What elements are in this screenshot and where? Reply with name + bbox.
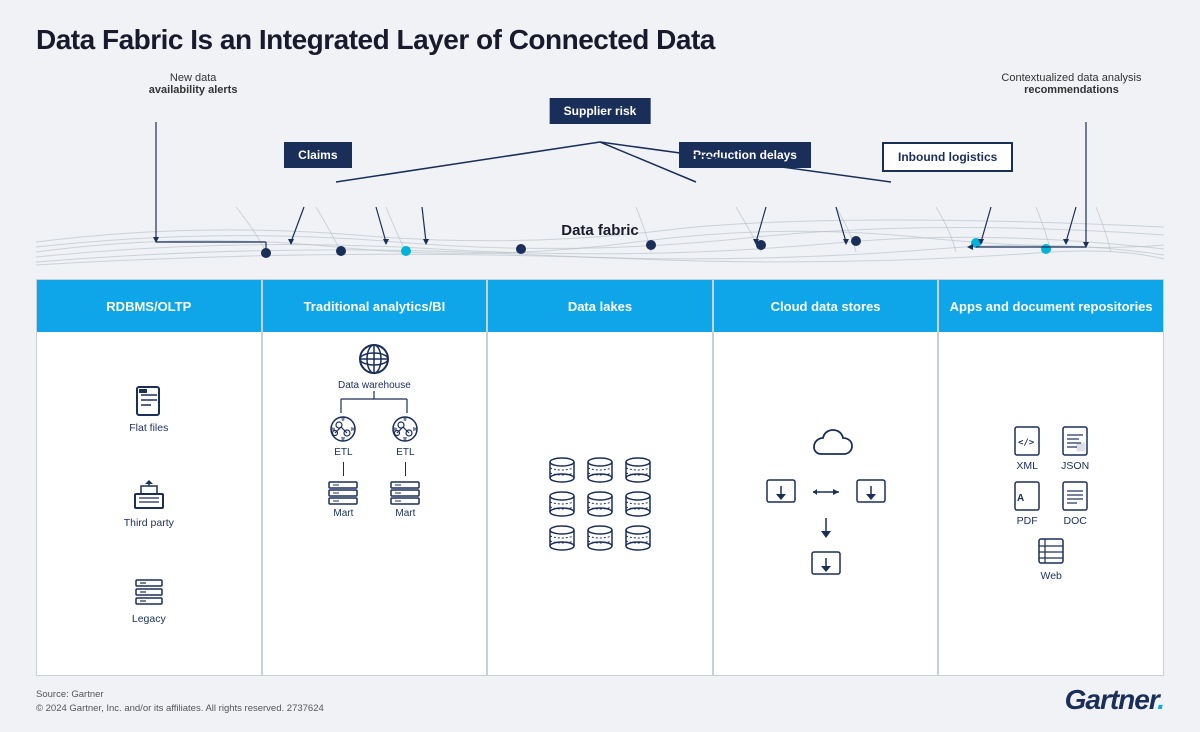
- mart-section: Mart Mart: [327, 462, 421, 519]
- mart-item-2: Mart: [389, 462, 421, 519]
- category-body-datalakes: [488, 332, 712, 675]
- category-header-cloud: Cloud data stores: [714, 280, 938, 332]
- claims-box: Claims: [284, 142, 351, 168]
- cloud-arrows-row: [763, 474, 889, 510]
- category-cloud: Cloud data stores: [713, 279, 939, 676]
- svg-text:</>: </>: [1018, 438, 1035, 448]
- pdf-icon: A: [1011, 480, 1043, 512]
- cylinder-8: [584, 524, 616, 552]
- cylinder-1: [546, 456, 578, 484]
- category-header-datalakes: Data lakes: [488, 280, 712, 332]
- web-icon: [1035, 535, 1067, 567]
- category-datalakes: Data lakes: [487, 279, 713, 676]
- lakes-grid: [538, 448, 662, 560]
- legacy-item: Legacy: [131, 574, 167, 625]
- mart-icon-1: [327, 478, 359, 506]
- data-fabric-area: .mesh-line { fill: none; stroke: #b0bec5…: [36, 177, 1164, 267]
- server-bottom: [808, 546, 844, 582]
- pdf-item: A PDF: [1011, 480, 1043, 527]
- page-title: Data Fabric Is an Integrated Layer of Co…: [36, 24, 1164, 56]
- etl-icon-1: [327, 413, 359, 445]
- mart-icon-2: [389, 478, 421, 506]
- xml-icon: </>: [1011, 425, 1043, 457]
- etl-item-1: ETL: [327, 413, 359, 458]
- category-apps: Apps and document repositories </> XML: [938, 279, 1164, 676]
- third-party-item: Third party: [124, 478, 174, 529]
- cylinder-2: [584, 456, 616, 484]
- inbound-logistics-box: Inbound logistics: [882, 142, 1013, 172]
- footer-source: Source: Gartner © 2024 Gartner, Inc. and…: [36, 688, 324, 717]
- category-header-apps: Apps and document repositories: [939, 280, 1163, 332]
- category-header-rdbms: RDBMS/OLTP: [37, 280, 261, 332]
- json-item: JSON: [1059, 425, 1091, 472]
- diagram-section: New data availability alerts Contextuali…: [36, 72, 1164, 267]
- cylinder-6: [622, 490, 654, 518]
- server-download-left: [763, 474, 799, 510]
- category-rdbms: RDBMS/OLTP Flat files: [36, 279, 262, 676]
- doc-icon: [1059, 480, 1091, 512]
- category-body-apps: </> XML JSON: [939, 332, 1163, 675]
- apps-grid: </> XML JSON: [999, 415, 1103, 592]
- footer: Source: Gartner © 2024 Gartner, Inc. and…: [36, 684, 1164, 716]
- etl-section: ETL: [327, 395, 421, 458]
- web-item: Web: [1035, 535, 1067, 582]
- cylinder-5: [584, 490, 616, 518]
- cylinder-3: [622, 456, 654, 484]
- third-party-icon: [131, 478, 167, 514]
- category-body-cloud: [714, 332, 938, 675]
- xml-item: </> XML: [1011, 425, 1043, 472]
- category-body-rdbms: Flat files Third party: [37, 332, 261, 675]
- server-download-right: [853, 474, 889, 510]
- categories-section: RDBMS/OLTP Flat files: [36, 279, 1164, 676]
- doc-item: DOC: [1059, 480, 1091, 527]
- data-fabric-label: Data fabric: [561, 222, 639, 239]
- json-icon: [1059, 425, 1091, 457]
- svg-text:A: A: [1017, 493, 1024, 504]
- flat-files-icon: [131, 383, 167, 419]
- flat-files-item: Flat files: [129, 383, 168, 434]
- cylinder-9: [622, 524, 654, 552]
- supplier-risk-box: Supplier risk: [550, 98, 651, 124]
- etl-icon-2: [389, 413, 421, 445]
- mart-item-1: Mart: [327, 462, 359, 519]
- cylinder-7: [546, 524, 578, 552]
- bidirectional-arrow: [811, 484, 841, 500]
- note-right: Contextualized data analysis recommendat…: [1001, 72, 1141, 96]
- production-delays-box: Production delays: [679, 142, 811, 168]
- category-analytics: Traditional analytics/BI Data warehouse: [262, 279, 488, 676]
- warehouse-row: Data warehouse: [338, 340, 411, 391]
- legacy-icon: [131, 574, 167, 610]
- category-header-analytics: Traditional analytics/BI: [263, 280, 487, 332]
- cloud-down-arrow: [818, 518, 834, 538]
- data-warehouse-icon: [355, 340, 393, 378]
- cloud-icon: [796, 426, 856, 466]
- etl-connector: [319, 391, 429, 413]
- page-container: Data Fabric Is an Integrated Layer of Co…: [0, 0, 1200, 732]
- note-left: New data availability alerts: [149, 72, 238, 96]
- cylinder-4: [546, 490, 578, 518]
- category-body-analytics: Data warehouse: [263, 332, 487, 675]
- gartner-logo: Gartner.: [1065, 684, 1164, 716]
- etl-item-2: ETL: [389, 413, 421, 458]
